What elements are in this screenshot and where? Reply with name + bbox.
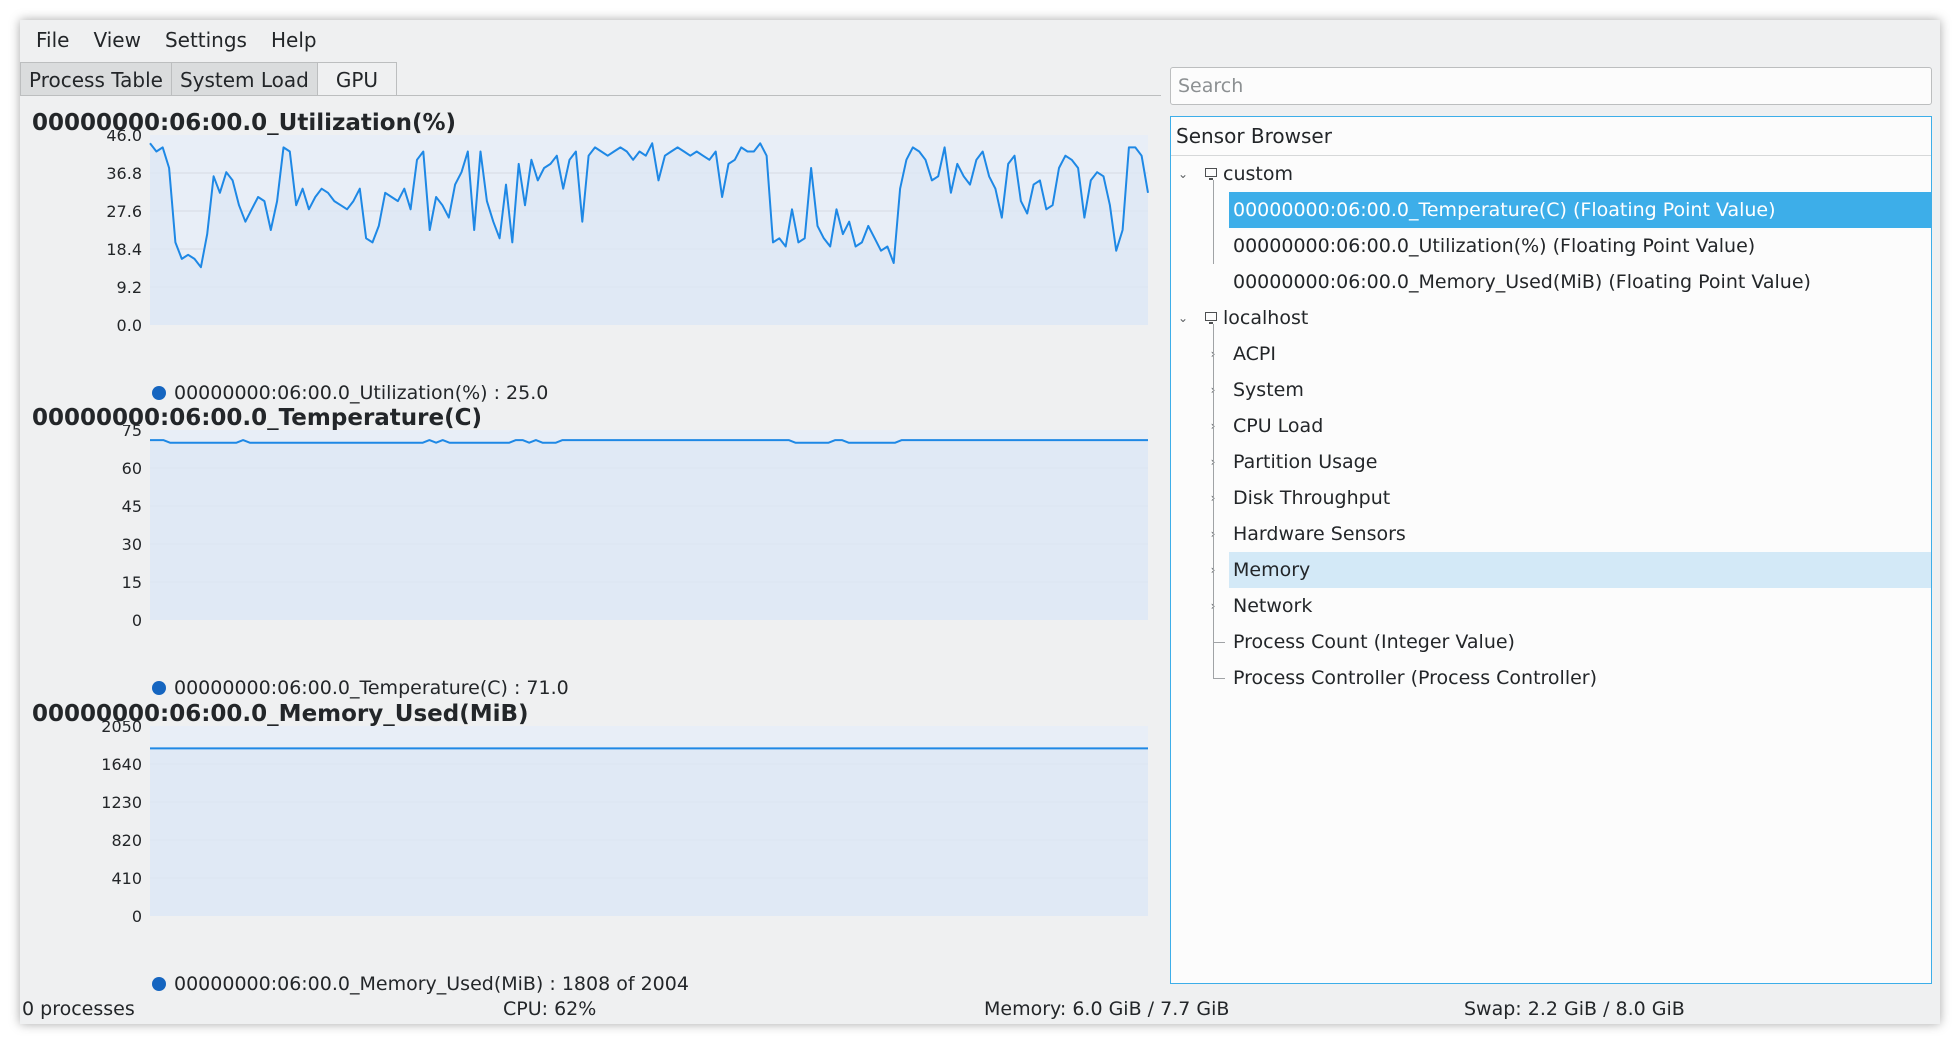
y-tick-label: 15	[122, 573, 142, 592]
sensor-browser: Sensor Browser ⌄ custom 00000000:06:00.0…	[1170, 116, 1932, 984]
tree-item-label: Process Count (Integer Value)	[1233, 631, 1515, 653]
tree-item-memory[interactable]: › Memory	[1171, 552, 1931, 588]
y-tick-label: 2050	[101, 721, 142, 736]
y-tick-label: 410	[111, 869, 142, 888]
legend-label: 00000000:06:00.0_Memory_Used(MiB) : 1808…	[174, 973, 689, 995]
y-tick-label: 1640	[101, 755, 142, 774]
tree-item-label: 00000000:06:00.0_Utilization(%) (Floatin…	[1233, 235, 1756, 257]
y-tick-label: 27.6	[106, 202, 142, 221]
computer-icon	[1205, 312, 1217, 324]
search-input[interactable]	[1170, 67, 1932, 105]
menu-help[interactable]: Help	[259, 20, 329, 60]
tree-item-label: Partition Usage	[1233, 451, 1378, 473]
chart-panel-memory: 00000000:06:00.0_Memory_Used(MiB) 2050 16…	[20, 701, 1161, 1001]
legend-dot-icon	[152, 681, 166, 695]
y-tick-label: 9.2	[117, 278, 142, 297]
tree-item-label: 00000000:06:00.0_Memory_Used(MiB) (Float…	[1233, 271, 1811, 293]
tree-item-network[interactable]: › Network	[1171, 588, 1931, 624]
y-tick-label: 1230	[101, 793, 142, 812]
menu-file[interactable]: File	[24, 20, 81, 60]
legend-label: 00000000:06:00.0_Temperature(C) : 71.0	[174, 677, 569, 699]
tree-node-label: localhost	[1223, 307, 1309, 329]
y-tick-label: 0	[132, 611, 142, 630]
legend-label: 00000000:06:00.0_Utilization(%) : 25.0	[174, 382, 549, 404]
menu-settings[interactable]: Settings	[153, 20, 259, 60]
tree-item-disk-throughput[interactable]: › Disk Throughput	[1171, 480, 1931, 516]
chart-legend: 00000000:06:00.0_Temperature(C) : 71.0	[152, 677, 569, 699]
status-bar: 0 processes CPU: 62% Memory: 6.0 GiB / 7…	[20, 996, 1940, 1022]
tab-process-table[interactable]: Process Table	[20, 62, 172, 96]
status-swap: Swap: 2.2 GiB / 8.0 GiB	[1464, 998, 1685, 1020]
y-tick-label: 45	[122, 497, 142, 516]
series-area	[150, 748, 1148, 916]
tree-node-custom[interactable]: ⌄ custom	[1171, 156, 1931, 192]
tree-item-custom-utilization[interactable]: 00000000:06:00.0_Utilization(%) (Floatin…	[1171, 228, 1931, 264]
series-area	[150, 440, 1148, 620]
tree-guide-line	[1213, 642, 1225, 643]
tree-item-label: CPU Load	[1233, 415, 1324, 437]
tree-item-label: Memory	[1229, 552, 1931, 588]
system-monitor-window: File View Settings Help Process Table Sy…	[20, 20, 1940, 1024]
tree-item-custom-memory-used[interactable]: 00000000:06:00.0_Memory_Used(MiB) (Float…	[1171, 264, 1931, 300]
tree-guide-line	[1213, 324, 1214, 678]
tab-bar: Process Table System Load GPU	[20, 62, 398, 96]
y-tick-label: 46.0	[106, 130, 142, 145]
y-tick-label: 18.4	[106, 240, 142, 259]
status-processes: 0 processes	[22, 998, 135, 1020]
tree-item-label: 00000000:06:00.0_Temperature(C) (Floatin…	[1233, 199, 1776, 221]
tree-item-label: Hardware Sensors	[1233, 523, 1406, 545]
computer-icon	[1205, 168, 1217, 180]
tab-gpu[interactable]: GPU	[316, 62, 398, 96]
tab-system-load[interactable]: System Load	[170, 62, 318, 96]
chart-legend: 00000000:06:00.0_Utilization(%) : 25.0	[152, 382, 548, 404]
temperature-chart: 75 60 45 30 15 0	[122, 425, 1148, 630]
tree-item-process-controller[interactable]: Process Controller (Process Controller)	[1171, 660, 1931, 696]
sensor-browser-header: Sensor Browser	[1171, 117, 1931, 156]
tree-item-system[interactable]: › System	[1171, 372, 1931, 408]
status-memory: Memory: 6.0 GiB / 7.7 GiB	[984, 998, 1230, 1020]
chart-legend: 00000000:06:00.0_Memory_Used(MiB) : 1808…	[152, 973, 689, 995]
tree-item-label: System	[1233, 379, 1304, 401]
y-tick-label: 0	[132, 907, 142, 926]
menu-view[interactable]: View	[81, 20, 152, 60]
y-tick-label: 36.8	[106, 164, 142, 183]
y-tick-label: 0.0	[117, 316, 142, 335]
tab-divider	[20, 95, 1161, 96]
tree-item-partition-usage[interactable]: › Partition Usage	[1171, 444, 1931, 480]
legend-dot-icon	[152, 386, 166, 400]
tree-item-label: Network	[1233, 595, 1313, 617]
chevron-down-icon[interactable]: ⌄	[1177, 156, 1189, 192]
tree-guide-line	[1213, 678, 1225, 679]
utilization-chart: 46.0 36.8 27.6 18.4 9.2 0.0	[106, 130, 1149, 335]
chart-panel-temperature: 00000000:06:00.0_Temperature(C) 75 60 45 30…	[20, 405, 1161, 705]
tree-item-label: Disk Throughput	[1233, 487, 1391, 509]
tree-guide-line	[1213, 180, 1214, 264]
tree-item-custom-temperature[interactable]: 00000000:06:00.0_Temperature(C) (Floatin…	[1229, 192, 1931, 228]
tree-node-label: custom	[1223, 163, 1293, 185]
tree-item-label: Process Controller (Process Controller)	[1233, 667, 1598, 689]
chart-panel-utilization: 00000000:06:00.0_Utilization(%) 46.0 36.8…	[20, 110, 1161, 410]
memory-chart: 2050 1640 1230 820 410 0	[101, 721, 1148, 926]
tree-item-hardware-sensors[interactable]: › Hardware Sensors	[1171, 516, 1931, 552]
status-cpu: CPU: 62%	[503, 998, 597, 1020]
tree-item-acpi[interactable]: › ACPI	[1171, 336, 1931, 372]
y-tick-label: 75	[122, 425, 142, 440]
tree-item-process-count[interactable]: Process Count (Integer Value)	[1171, 624, 1931, 660]
y-tick-label: 30	[122, 535, 142, 554]
tree-item-cpu-load[interactable]: › CPU Load	[1171, 408, 1931, 444]
tree-item-label: ACPI	[1233, 343, 1276, 365]
menubar: File View Settings Help	[20, 20, 329, 60]
y-tick-label: 820	[111, 831, 142, 850]
tree-node-localhost[interactable]: ⌄ localhost	[1171, 300, 1931, 336]
y-tick-label: 60	[122, 459, 142, 478]
chevron-down-icon[interactable]: ⌄	[1177, 300, 1189, 336]
legend-dot-icon	[152, 977, 166, 991]
